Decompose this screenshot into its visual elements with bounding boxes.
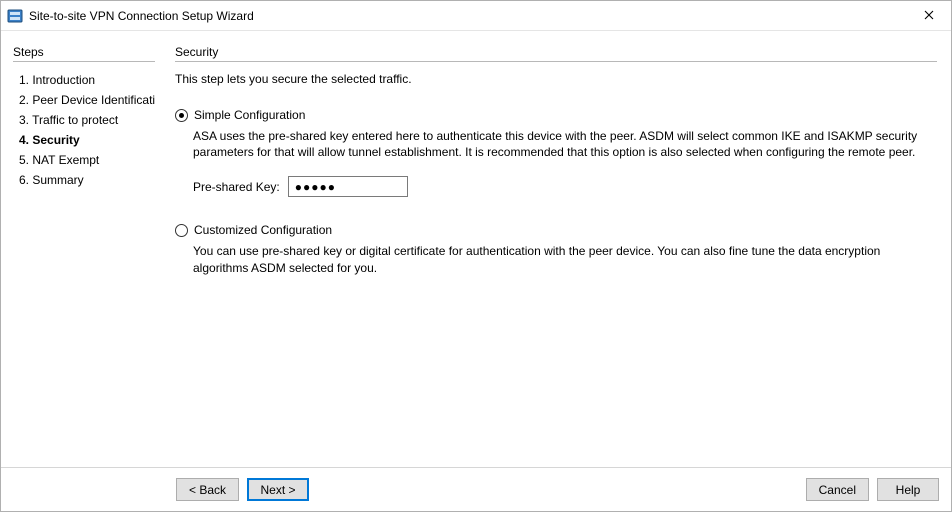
psk-input[interactable] [288, 176, 408, 197]
main-panel: Security This step lets you secure the s… [161, 31, 951, 467]
next-button[interactable]: Next > [247, 478, 309, 501]
button-bar: < Back Next > Cancel Help [1, 467, 951, 511]
steps-heading: Steps [13, 45, 155, 59]
step-security[interactable]: 4. Security [13, 130, 155, 150]
page-title: Security [175, 45, 937, 59]
help-button[interactable]: Help [877, 478, 939, 501]
radio-custom-label: Customized Configuration [194, 223, 332, 237]
step-traffic-to-protect[interactable]: 3. Traffic to protect [13, 110, 155, 130]
content-area: Steps 1. Introduction 2. Peer Device Ide… [1, 31, 951, 467]
step-label: 5. NAT Exempt [19, 153, 99, 167]
close-icon [924, 9, 934, 23]
psk-field-row: Pre-shared Key: [193, 176, 937, 197]
radio-button-icon [175, 109, 188, 122]
step-label: 1. Introduction [19, 73, 95, 87]
close-button[interactable] [907, 1, 951, 31]
titlebar: Site-to-site VPN Connection Setup Wizard [1, 1, 951, 31]
simple-config-description: ASA uses the pre-shared key entered here… [193, 128, 937, 160]
custom-config-description: You can use pre-shared key or digital ce… [193, 243, 937, 275]
step-label: 2. Peer Device Identificatio [19, 93, 155, 107]
step-label: 4. Security [19, 133, 80, 147]
step-peer-device-identification[interactable]: 2. Peer Device Identificatio [13, 90, 155, 110]
psk-label: Pre-shared Key: [193, 180, 280, 194]
radio-simple-configuration[interactable]: Simple Configuration [175, 108, 937, 122]
wizard-window: Site-to-site VPN Connection Setup Wizard… [0, 0, 952, 512]
radio-simple-label: Simple Configuration [194, 108, 305, 122]
steps-sidebar: Steps 1. Introduction 2. Peer Device Ide… [1, 31, 161, 467]
step-label: 3. Traffic to protect [19, 113, 118, 127]
step-summary[interactable]: 6. Summary [13, 170, 155, 190]
radio-checked-icon [179, 113, 184, 118]
step-nat-exempt[interactable]: 5. NAT Exempt [13, 150, 155, 170]
steps-list: 1. Introduction 2. Peer Device Identific… [13, 70, 155, 190]
cancel-button[interactable]: Cancel [806, 478, 869, 501]
app-icon [7, 8, 23, 24]
intro-text: This step lets you secure the selected t… [175, 72, 937, 86]
step-introduction[interactable]: 1. Introduction [13, 70, 155, 90]
radio-button-icon [175, 224, 188, 237]
back-button[interactable]: < Back [176, 478, 239, 501]
step-label: 6. Summary [19, 173, 84, 187]
window-title: Site-to-site VPN Connection Setup Wizard [29, 9, 907, 23]
sidebar-divider [13, 61, 155, 62]
main-divider [175, 61, 937, 62]
radio-customized-configuration[interactable]: Customized Configuration [175, 223, 937, 237]
